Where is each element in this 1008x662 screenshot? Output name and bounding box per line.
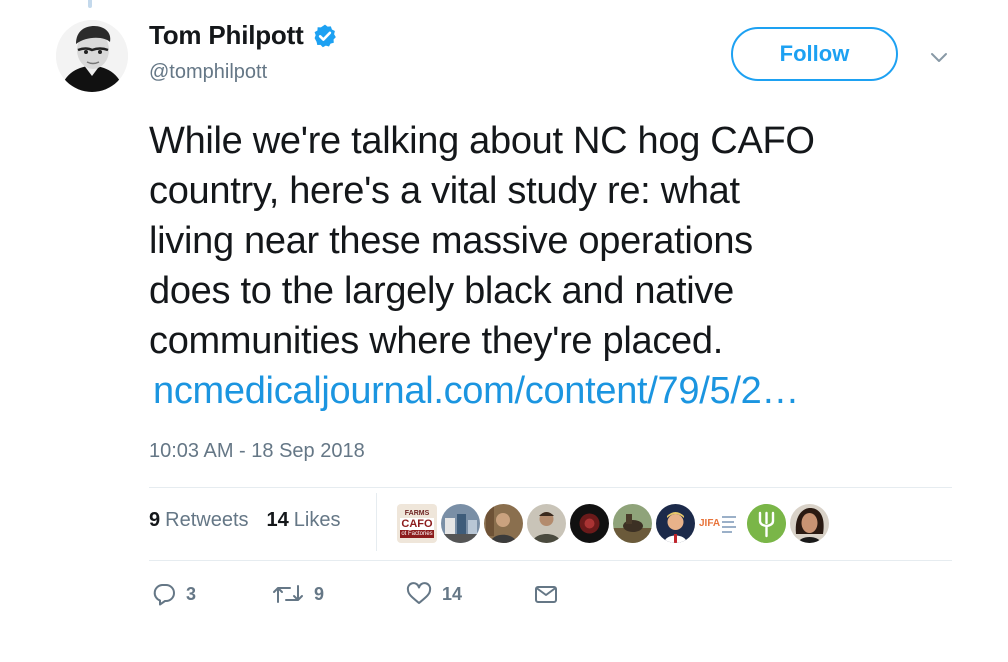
liker-badge-lines [722,515,737,533]
tweet-timestamp[interactable]: 10:03 AM - 18 Sep 2018 [149,440,365,463]
fork-logo-icon [747,504,786,543]
liker-badge-top: FARMS [404,509,430,517]
liker-avatar[interactable]: JIFA [699,504,743,543]
retweet-count: 9 [314,583,325,604]
liker-badge-sub: ot Factories [400,529,434,538]
direct-message-button[interactable] [534,583,558,605]
likes-stat-count: 14 [266,509,289,531]
stats-bottom-divider [149,560,952,561]
liker-avatar-image [527,504,566,543]
liker-avatar-image [790,504,829,543]
liker-avatar-image [441,504,480,543]
chevron-down-icon[interactable] [928,46,950,68]
heart-icon [406,582,432,604]
tweet-link[interactable]: ncmedicaljournal.com/content/79/5/2… [153,366,799,416]
engagement-stats: 9 Retweets 14 Likes [149,509,340,532]
reply-count: 3 [186,583,197,604]
envelope-icon [535,586,557,603]
likes-stat-label: Likes [293,509,341,531]
liker-avatar[interactable] [747,504,786,543]
like-button[interactable]: 14 [406,582,534,606]
author-display-name[interactable]: Tom Philpott [149,20,304,51]
reply-button[interactable]: 3 [152,582,272,606]
stats-top-divider [149,487,952,488]
liker-badge-jifa: JIFA [699,518,721,529]
thread-connector-line [88,0,92,8]
liker-avatar[interactable] [790,504,829,543]
liker-avatar[interactable] [441,504,480,543]
tweet-text: While we're talking about NC hog CAFO co… [149,120,815,362]
retweet-button[interactable]: 9 [272,582,406,606]
liker-avatar[interactable] [656,504,695,543]
liker-avatar[interactable]: FARMS CAFO ot Factories [397,504,437,543]
liker-avatar[interactable] [527,504,566,543]
liker-avatar[interactable] [613,504,652,543]
avatar-image [56,20,128,92]
liker-avatar-image [656,504,695,543]
reply-icon [153,584,175,606]
retweets-stat-label: Retweets [165,509,249,531]
retweet-icon [273,585,303,603]
author-handle[interactable]: @tomphilpott [149,61,267,84]
liker-avatar-image [570,504,609,543]
liker-avatar[interactable] [570,504,609,543]
liker-avatar-image [613,504,652,543]
liker-avatar-image [484,504,523,543]
tweet-actions: 3 9 14 [152,582,558,606]
author-avatar[interactable] [56,20,128,92]
liker-avatars: FARMS CAFO ot Factories JIFA [397,504,829,543]
liker-avatar[interactable] [484,504,523,543]
retweets-stat[interactable]: 9 Retweets [149,509,249,532]
author-name-row[interactable]: Tom Philpott [149,20,338,51]
stats-vertical-divider [376,493,377,551]
follow-button[interactable]: Follow [731,27,898,81]
like-count: 14 [442,583,463,604]
liker-badge-main: CAFO [400,517,434,530]
verified-badge-icon [314,24,336,47]
likes-stat[interactable]: 14 Likes [267,509,341,532]
retweets-stat-count: 9 [149,509,161,531]
